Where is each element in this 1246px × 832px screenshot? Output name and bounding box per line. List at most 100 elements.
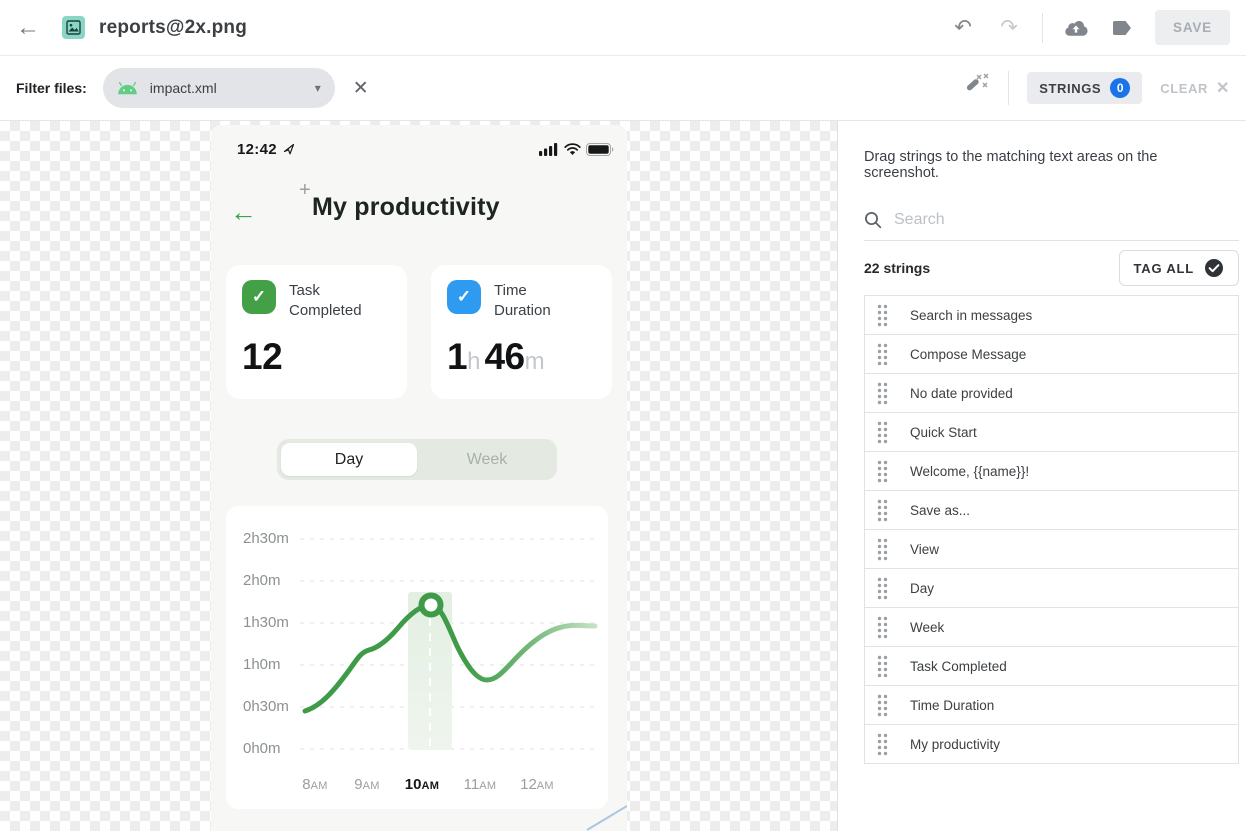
strings-header: 22 strings TAG ALL [864,241,1239,295]
string-label: Welcome, {{name}}! [910,464,1029,479]
search-icon [864,211,882,229]
strings-filter-button[interactable]: STRINGS 0 [1027,72,1142,104]
screenshot-canvas: 12:42 [0,121,837,831]
back-arrow-icon[interactable]: ← [16,14,46,42]
task-completed-value[interactable]: 12 [242,336,391,378]
tag-icon[interactable] [1109,15,1135,41]
magic-wand-icon[interactable] [960,72,990,105]
list-item[interactable]: Quick Start [864,412,1239,452]
location-arrow-icon [283,143,295,155]
time-duration-value[interactable]: 1h46m [447,336,596,378]
plus-marker: + [299,179,311,202]
search-input[interactable] [894,211,1239,229]
check-circle-icon [1204,258,1224,278]
drag-handle-icon[interactable] [877,655,888,678]
list-item[interactable]: Search in messages [864,295,1239,335]
drag-handle-icon[interactable] [877,343,888,366]
drag-handle-icon[interactable] [877,694,888,717]
search-bar[interactable] [864,211,1239,241]
top-toolbar: ← reports@2x.png ↶ ↷ SAVE [0,0,1246,56]
string-label: No date provided [910,386,1013,401]
android-icon [117,82,138,95]
list-item[interactable]: Day [864,568,1239,608]
save-button[interactable]: SAVE [1155,10,1230,45]
list-item[interactable]: Welcome, {{name}}! [864,451,1239,491]
strings-label: STRINGS [1039,81,1101,96]
upload-cloud-icon[interactable] [1063,15,1089,41]
x-tick-label: 12AM [520,776,554,793]
drag-handle-icon[interactable] [877,538,888,561]
day-week-toggle: Day Week [277,439,557,480]
strings-panel: Drag strings to the matching text areas … [837,121,1246,831]
drag-handle-icon[interactable] [877,382,888,405]
time-duration-label[interactable]: Time Duration [494,280,551,320]
toggle-day[interactable]: Day [281,443,417,476]
drag-handle-icon[interactable] [877,499,888,522]
list-item[interactable]: View [864,529,1239,569]
redo-icon[interactable]: ↷ [996,15,1022,41]
productivity-chart[interactable]: 2h30m2h0m1h30m1h0m0h30m0h0m 8AM9AM10AM11… [226,506,608,809]
green-check-icon: ✓ [242,280,276,314]
drag-handle-icon[interactable] [877,304,888,327]
tag-all-button[interactable]: TAG ALL [1119,250,1239,286]
time-duration-card[interactable]: ✓ Time Duration 1h46m [431,265,612,399]
status-time: 12:42 [237,141,277,158]
battery-icon [586,143,614,156]
image-file-icon [62,16,85,39]
peak-marker [422,596,441,615]
task-completed-label[interactable]: Task Completed [289,280,362,320]
filter-bar: Filter files: impact.xml ▾ ✕ STRINGS 0 [0,56,1246,121]
list-item[interactable]: No date provided [864,373,1239,413]
list-item[interactable]: Save as... [864,490,1239,530]
x-tick-label: 9AM [354,776,379,793]
blue-check-icon: ✓ [447,280,481,314]
string-label: Save as... [910,503,970,518]
page-title: reports@2x.png [99,17,247,39]
y-tick-label: 0h0m [243,740,281,757]
list-item[interactable]: Compose Message [864,334,1239,374]
drag-handle-icon[interactable] [877,577,888,600]
filter-files-label: Filter files: [16,80,87,96]
clear-file-filter-icon[interactable]: ✕ [353,77,369,100]
list-item[interactable]: Task Completed [864,646,1239,686]
string-label: Day [910,581,934,596]
string-label: Compose Message [910,347,1026,362]
drag-handle-icon[interactable] [877,733,888,756]
phone-screenshot[interactable]: 12:42 [211,125,627,831]
panel-instruction: Drag strings to the matching text areas … [864,149,1226,181]
chevron-down-icon: ▾ [315,81,321,95]
phone-nav-bar: ← + My productivity [211,177,627,257]
task-completed-card[interactable]: ✓ Task Completed 12 [226,265,407,399]
list-item[interactable]: Time Duration [864,685,1239,725]
phone-screen-title[interactable]: My productivity [312,193,500,222]
undo-icon[interactable]: ↶ [950,15,976,41]
cellular-signal-icon [539,143,559,156]
stat-cards: ✓ Task Completed 12 ✓ Time Duration [226,265,612,399]
cropped-blue-line [581,803,627,831]
y-tick-label: 2h0m [243,572,281,589]
x-tick-label: 11AM [464,776,497,793]
y-tick-label: 1h30m [243,614,289,631]
drag-handle-icon[interactable] [877,421,888,444]
string-list: Search in messages Compose Message [864,295,1239,764]
drag-handle-icon[interactable] [877,460,888,483]
clear-button[interactable]: CLEAR ✕ [1160,78,1230,98]
x-tick-label: 10AM [405,776,439,793]
selected-file-label: impact.xml [150,80,217,96]
clear-label: CLEAR [1160,81,1208,96]
string-label: Time Duration [910,698,994,713]
tag-all-label: TAG ALL [1134,261,1194,276]
list-item[interactable]: My productivity [864,724,1239,764]
list-item[interactable]: Week [864,607,1239,647]
drag-handle-icon[interactable] [877,616,888,639]
phone-back-arrow-icon[interactable]: ← [230,199,257,226]
clear-x-icon: ✕ [1216,78,1230,98]
toggle-week[interactable]: Week [417,451,557,469]
filterbar-divider [1008,71,1009,105]
string-label: Week [910,620,944,635]
string-label: Quick Start [910,425,977,440]
y-tick-label: 1h0m [243,656,281,673]
string-label: My productivity [910,737,1000,752]
line-chart [226,506,608,809]
file-filter-dropdown[interactable]: impact.xml ▾ [103,68,335,108]
